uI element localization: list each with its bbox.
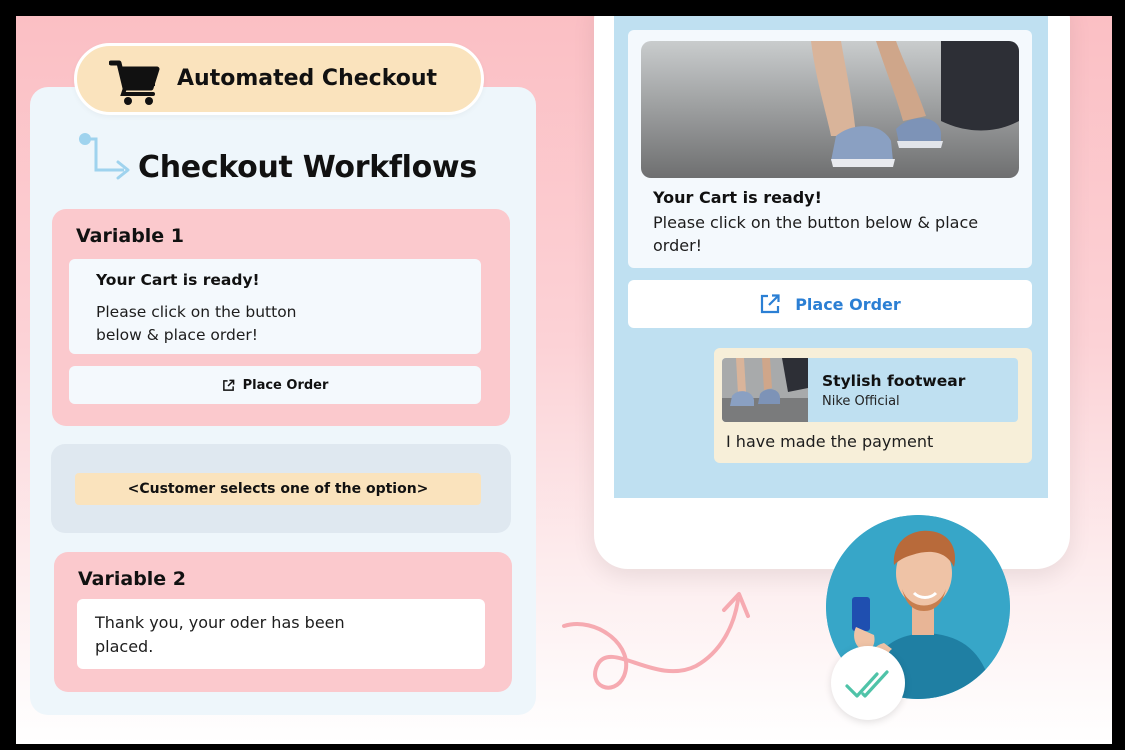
workflow-icon <box>79 133 130 180</box>
curved-arrow-icon <box>562 592 750 690</box>
message-title: Your Cart is ready! <box>96 271 260 289</box>
canvas: Automated Checkout Checkout Workflows Va… <box>16 16 1112 744</box>
variable-1-label: Variable 1 <box>76 225 185 247</box>
place-order-button[interactable]: Place Order <box>628 280 1032 328</box>
double-check-badge <box>831 646 905 720</box>
message-body: Please click on the button below & place… <box>96 303 297 344</box>
header-pill: Automated Checkout <box>74 43 484 115</box>
place-order-label: Place Order <box>795 294 901 314</box>
external-link-icon <box>222 379 234 391</box>
place-order-button[interactable]: Place Order <box>69 366 481 404</box>
chat-message: Your Cart is ready! Please click on the … <box>628 30 1032 268</box>
message-title: Your Cart is ready! <box>653 188 822 207</box>
external-link-icon <box>761 294 780 314</box>
customer-reply: Stylish footwear Nike Official I have ma… <box>714 348 1032 463</box>
workflow-title: Checkout Workflows <box>138 150 477 185</box>
variable-1-message: Your Cart is ready! Please click on the … <box>69 259 481 354</box>
quoted-subtitle: Nike Official <box>822 394 900 409</box>
reply-text: I have made the payment <box>726 432 934 451</box>
chat-screen: Your Cart is ready! Please click on the … <box>614 16 1048 498</box>
sneaker-photo <box>641 41 1019 178</box>
header-title: Automated Checkout <box>177 66 438 91</box>
condition-label: <Customer selects one of the option> <box>75 473 481 505</box>
variable-1-card: Variable 1 Your Cart is ready! Please cl… <box>52 209 510 426</box>
phone-mockup: Your Cart is ready! Please click on the … <box>594 16 1070 569</box>
quoted-title: Stylish footwear <box>822 372 966 390</box>
shopping-cart-icon <box>109 60 160 105</box>
variable-2-card: Variable 2 Thank you, your oder has been… <box>54 552 512 692</box>
double-check-icon <box>845 670 889 698</box>
variable-2-label: Variable 2 <box>78 568 187 590</box>
product-thumbnail <box>722 358 808 422</box>
variable-2-message: Thank you, your oder has been placed. <box>77 599 485 669</box>
place-order-label: Place Order <box>242 377 329 393</box>
quoted-product[interactable]: Stylish footwear Nike Official <box>722 358 1018 422</box>
message-body: Thank you, your oder has been placed. <box>95 613 345 656</box>
condition-card: <Customer selects one of the option> <box>51 444 511 533</box>
message-body: Please click on the button below & place… <box>653 213 979 255</box>
